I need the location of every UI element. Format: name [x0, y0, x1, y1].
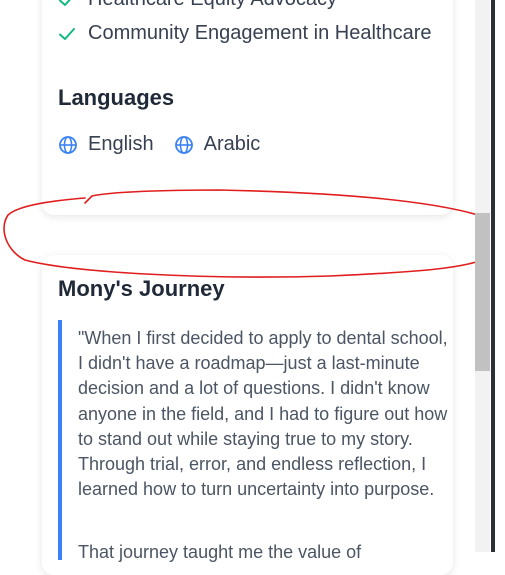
journey-quote-continued: That journey taught me the value of — [78, 542, 362, 562]
language-label: Arabic — [203, 133, 261, 155]
language-item: English — [58, 133, 154, 156]
check-icon — [58, 0, 76, 9]
scrollbar-thumb[interactable] — [475, 213, 490, 371]
language-item: Arabic — [174, 133, 261, 156]
skill-label: Community Engagement in Healthcare — [88, 22, 432, 44]
globe-icon — [174, 135, 194, 155]
language-label: English — [88, 133, 154, 155]
window-edge-line — [491, 0, 495, 552]
check-icon — [58, 25, 76, 43]
languages-list: English Arabic — [58, 133, 260, 156]
skill-label: Healthcare Equity Advocacy — [88, 0, 337, 11]
skill-item: Healthcare Equity Advocacy — [58, 0, 337, 11]
skill-item: Community Engagement in Healthcare — [58, 22, 432, 45]
quote-accent-bar — [58, 320, 62, 560]
red-annotation-ellipse — [3, 189, 504, 278]
globe-icon — [58, 135, 78, 155]
journey-quote: "When I first decided to apply to dental… — [78, 328, 448, 500]
languages-heading: Languages — [58, 85, 175, 110]
